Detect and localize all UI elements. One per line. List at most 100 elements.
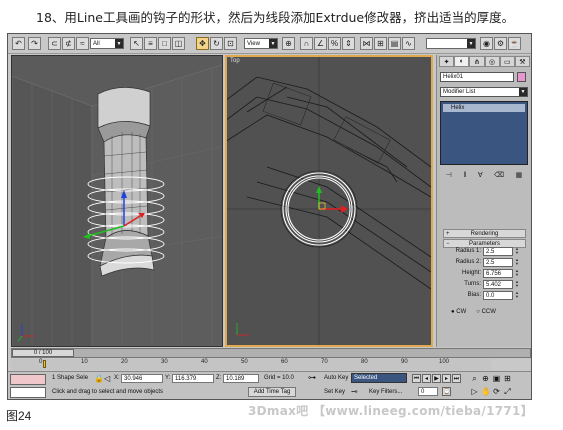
utilities-tab-icon[interactable]: ⚒ bbox=[514, 56, 531, 67]
stack-item-helix[interactable]: Helix bbox=[443, 104, 525, 112]
spinner-icon[interactable]: ▲ ▼ bbox=[514, 258, 520, 267]
modify-tab-icon[interactable]: ◐ bbox=[454, 56, 470, 67]
auto-key-button[interactable]: Auto Key bbox=[324, 375, 348, 381]
prompt-line: Click and drag to select and move object… bbox=[52, 389, 164, 395]
rendering-rollout[interactable]: + Rendering bbox=[443, 229, 526, 238]
motion-tab-icon[interactable]: ◎ bbox=[484, 56, 500, 67]
select-by-name-icon[interactable]: ≡ bbox=[144, 37, 157, 50]
scale-icon[interactable]: ⊡ bbox=[224, 37, 237, 50]
pan-icon[interactable]: ✋ bbox=[481, 387, 491, 396]
add-time-tag-button[interactable]: Add Time Tag bbox=[248, 387, 296, 397]
top-viewport[interactable]: Top bbox=[225, 55, 433, 347]
track-bar[interactable]: 0 10 20 30 40 50 60 70 80 90 100 bbox=[11, 359, 491, 370]
selection-filter-dropdown[interactable]: All ▼ bbox=[90, 38, 124, 49]
tick-label: 60 bbox=[281, 359, 288, 365]
goto-end-icon[interactable]: ⏭ bbox=[452, 374, 461, 383]
play-icon[interactable]: ▶ bbox=[432, 374, 441, 383]
spinner-icon[interactable]: ▲ ▼ bbox=[514, 280, 520, 289]
render-setup-icon[interactable]: ⚙ bbox=[494, 37, 507, 50]
quick-render-icon[interactable]: ☕ bbox=[508, 37, 521, 50]
zoom-icon[interactable]: ⌕ bbox=[470, 374, 479, 383]
orbit-icon[interactable]: ⟳ bbox=[492, 387, 501, 396]
param-input[interactable]: 2.5 bbox=[483, 258, 513, 267]
zoom-extents-icon[interactable]: ▣ bbox=[492, 374, 501, 383]
link-icon[interactable]: ⊂ bbox=[48, 37, 61, 50]
redo-icon[interactable]: ↷ bbox=[28, 37, 41, 50]
pin-stack-icon[interactable]: ⊣ bbox=[446, 171, 452, 179]
maximize-viewport-icon[interactable]: ⤢ bbox=[503, 387, 512, 396]
current-frame-field[interactable]: 0 bbox=[418, 387, 438, 396]
key-icon[interactable]: ⊸ bbox=[351, 387, 358, 396]
time-config-key-icon[interactable]: ⊶ bbox=[308, 373, 316, 382]
zoom-extents-all-icon[interactable]: ⊞ bbox=[503, 374, 512, 383]
align-icon[interactable]: ⊞ bbox=[374, 37, 387, 50]
angle-snap-icon[interactable]: ∠ bbox=[314, 37, 327, 50]
modifier-list-dropdown[interactable]: Modifier List ▼ bbox=[440, 87, 528, 97]
prev-frame-icon[interactable]: ◂ bbox=[422, 374, 431, 383]
goto-start-icon[interactable]: ⏮ bbox=[412, 374, 421, 383]
undo-icon[interactable]: ↶ bbox=[12, 37, 25, 50]
remove-modifier-icon[interactable]: ⌫ bbox=[494, 171, 504, 179]
modifier-list-label: Modifier List bbox=[443, 89, 476, 95]
spinner-snap-icon[interactable]: ⇕ bbox=[342, 37, 355, 50]
absolute-mode-icon[interactable]: ◁ bbox=[104, 374, 110, 383]
rotate-icon[interactable]: ↻ bbox=[210, 37, 223, 50]
x-coordinate-field[interactable]: 30.946 bbox=[121, 374, 163, 383]
rect-region-icon[interactable]: □ bbox=[158, 37, 171, 50]
key-mode-dropdown[interactable]: Selected bbox=[351, 373, 407, 383]
configure-sets-icon[interactable]: ▦ bbox=[516, 171, 523, 179]
key-filters-button[interactable]: Key Filters... bbox=[369, 389, 402, 395]
create-tab-icon[interactable]: ✦ bbox=[439, 56, 455, 67]
field-of-view-icon[interactable]: ▷ bbox=[470, 387, 479, 396]
zoom-all-icon[interactable]: ⊕ bbox=[481, 374, 490, 383]
tick-label: 0 bbox=[39, 359, 43, 365]
display-tab-icon[interactable]: ▭ bbox=[499, 56, 515, 67]
param-turns: Turns: 5.402 ▲ ▼ bbox=[443, 280, 526, 290]
time-slider-track[interactable]: 0 / 100 bbox=[11, 348, 531, 358]
make-unique-icon[interactable]: ∀ bbox=[478, 171, 483, 179]
param-input[interactable]: 5.402 bbox=[483, 280, 513, 289]
reference-coord-dropdown[interactable]: View ▼ bbox=[244, 38, 278, 49]
window-crossing-icon[interactable]: ◫ bbox=[172, 37, 185, 50]
spinner-icon[interactable]: ▲ ▼ bbox=[514, 269, 520, 278]
curve-editor-icon[interactable]: ∿ bbox=[402, 37, 415, 50]
perspective-viewport[interactable] bbox=[11, 55, 223, 347]
object-name-field[interactable]: Helix01 bbox=[440, 72, 514, 82]
maxscript-listener-white[interactable] bbox=[10, 387, 46, 398]
select-icon[interactable]: ↖ bbox=[130, 37, 143, 50]
next-frame-icon[interactable]: ▸ bbox=[442, 374, 451, 383]
param-input[interactable]: 0.0 bbox=[483, 291, 513, 300]
spinner-icon[interactable]: ▲ ▼ bbox=[514, 247, 520, 256]
y-coordinate-field[interactable]: 116.379 bbox=[172, 374, 214, 383]
main-toolbar: ↶ ↷ ⊂ ⊄ ≈ All ▼ ↖ ≡ □ ◫ ✥ ↻ ⊡ View ▼ ⊕ ∩… bbox=[8, 34, 531, 54]
object-color-swatch[interactable] bbox=[517, 72, 526, 82]
maxscript-listener-pink[interactable] bbox=[10, 374, 46, 385]
param-input[interactable]: 6.756 bbox=[483, 269, 513, 278]
unlink-icon[interactable]: ⊄ bbox=[62, 37, 75, 50]
show-end-result-icon[interactable]: ‖ bbox=[463, 172, 466, 179]
param-label: Turns: bbox=[464, 281, 481, 287]
status-bar: 1 Shape Sele 🔒 ◁ X: 30.946 Y: 116.379 Z:… bbox=[8, 371, 531, 399]
hierarchy-tab-icon[interactable]: ⋔ bbox=[469, 56, 485, 67]
radio-ccw[interactable]: ○ CCW bbox=[476, 309, 496, 315]
percent-snap-icon[interactable]: % bbox=[328, 37, 341, 50]
pivot-icon[interactable]: ⊕ bbox=[282, 37, 295, 50]
move-icon[interactable]: ✥ bbox=[196, 37, 209, 50]
radio-cw[interactable]: ● CW bbox=[451, 309, 466, 315]
param-input[interactable]: 2.5 bbox=[483, 247, 513, 256]
z-label: Z: bbox=[216, 375, 222, 381]
snap-icon[interactable]: ∩ bbox=[300, 37, 313, 50]
layer-icon[interactable]: ▤ bbox=[388, 37, 401, 50]
spinner-icon[interactable]: ▲ ▼ bbox=[514, 291, 520, 300]
current-frame-marker[interactable] bbox=[43, 360, 46, 368]
set-key-button[interactable]: Set Key bbox=[324, 389, 345, 395]
lock-selection-icon[interactable]: 🔒 bbox=[94, 374, 104, 383]
time-slider[interactable]: 0 / 100 bbox=[12, 349, 74, 357]
time-configuration-icon[interactable]: ⌚ bbox=[442, 387, 451, 396]
z-coordinate-field[interactable]: 10.189 bbox=[223, 374, 259, 383]
named-selection-dropdown[interactable]: ▼ bbox=[426, 38, 476, 49]
tick-label: 50 bbox=[241, 359, 248, 365]
material-editor-icon[interactable]: ◉ bbox=[480, 37, 493, 50]
mirror-icon[interactable]: ⋈ bbox=[360, 37, 373, 50]
bind-space-warp-icon[interactable]: ≈ bbox=[76, 37, 89, 50]
